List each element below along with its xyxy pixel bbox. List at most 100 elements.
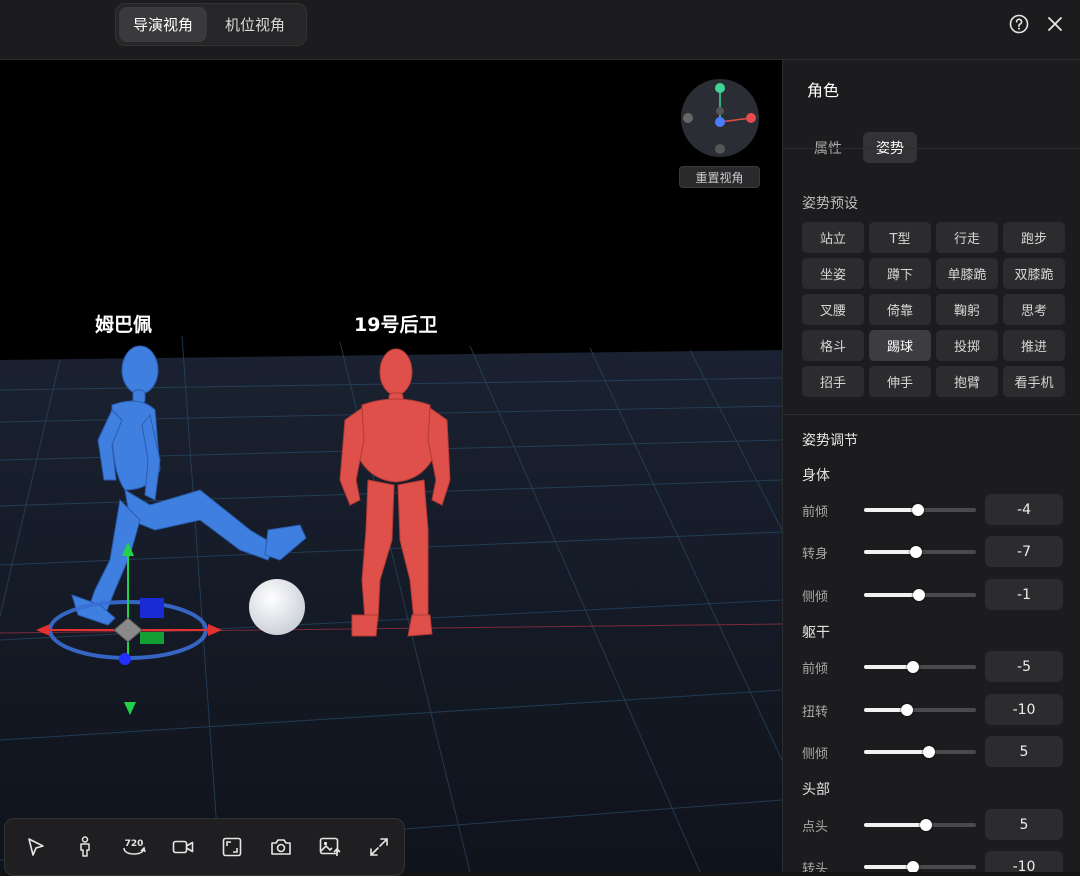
pose-preset-grid: 站立 T型 行走 跑步坐姿 蹲下 单膝跪 双膝跪叉腰 倚靠 鞠躬 思考格斗 踢球 投掷 推进招手 伸手 抱臂… <box>802 222 1065 397</box>
pose-preset-button[interactable]: 单膝跪 <box>936 258 998 289</box>
slider-row: 点头 5 <box>802 809 1064 840</box>
slider-track[interactable] <box>864 704 976 716</box>
pose-preset-button[interactable]: 坐姿 <box>802 258 864 289</box>
slider-thumb[interactable] <box>919 819 932 831</box>
slider-label: 点头 <box>802 820 829 835</box>
slider-label: 转身 <box>802 547 829 562</box>
character-icon[interactable] <box>60 827 109 867</box>
video-camera-icon[interactable] <box>158 827 207 867</box>
slider-row: 转身 -7 <box>802 536 1064 567</box>
slider-thumb[interactable] <box>907 661 920 673</box>
tab-camera-view[interactable]: 机位视角 <box>211 7 299 42</box>
slider-row: 转头 -10 <box>802 851 1064 872</box>
slider-fill <box>864 665 914 669</box>
slider-label: 侧倾 <box>802 590 829 605</box>
pose-preset-button[interactable]: 投掷 <box>936 330 998 361</box>
reset-view-button[interactable]: 重置视角 <box>679 166 760 188</box>
soccer-ball[interactable] <box>249 579 305 635</box>
pose-preset-button[interactable]: 踢球 <box>869 330 931 361</box>
pose-preset-button[interactable]: 叉腰 <box>802 294 864 325</box>
bottom-toolbar: 720 <box>4 818 405 876</box>
pose-preset-button[interactable]: 思考 <box>1003 294 1065 325</box>
slider-track[interactable] <box>864 589 976 601</box>
pose-preset-button[interactable]: T型 <box>869 222 931 253</box>
top-bar: 导演视角 机位视角 <box>0 0 1080 60</box>
slider-group-label: 身体 <box>802 468 830 484</box>
slider-row: 侧倾 5 <box>802 736 1064 767</box>
rotate-720-icon[interactable]: 720 <box>109 827 158 867</box>
view-mode-tabs: 导演视角 机位视角 <box>115 3 307 46</box>
slider-row: 扭转 -10 <box>802 694 1064 725</box>
properties-panel: 角色 属性 姿势 姿势预设 站立 T型 行走 跑步 坐姿 蹲下 单膝跪 双膝跪 叉腰 倚靠 鞠躬 思考… <box>782 60 1080 872</box>
slider-track[interactable] <box>864 661 976 673</box>
3d-viewport[interactable]: 姆巴佩 19号后卫 重置视角 <box>0 60 782 872</box>
slider-label: 前倾 <box>802 662 829 677</box>
svg-text:720: 720 <box>124 839 143 849</box>
slider-value-input[interactable]: -10 <box>985 851 1063 872</box>
slider-thumb[interactable] <box>909 546 922 558</box>
slider-row: 侧倾 -1 <box>802 579 1064 610</box>
slider-value-input[interactable]: -7 <box>985 536 1063 567</box>
pose-preset-button[interactable]: 招手 <box>802 366 864 397</box>
slider-fill <box>864 865 914 869</box>
character-label-mbappe: 姆巴佩 <box>95 314 153 336</box>
divider <box>783 414 1080 415</box>
slider-thumb[interactable] <box>900 704 913 716</box>
slider-row: 前倾 -4 <box>802 494 1064 525</box>
view-compass[interactable] <box>680 78 760 158</box>
slider-thumb[interactable] <box>912 589 925 601</box>
presets-section-label: 姿势预设 <box>802 196 858 212</box>
slider-group-label: 躯干 <box>802 625 830 641</box>
pose-preset-button[interactable]: 鞠躬 <box>936 294 998 325</box>
slider-fill <box>864 750 929 754</box>
slider-value-input[interactable]: 5 <box>985 809 1063 840</box>
pose-preset-button[interactable]: 格斗 <box>802 330 864 361</box>
slider-fill <box>864 508 918 512</box>
character-label-defender: 19号后卫 <box>354 314 438 336</box>
pose-preset-button[interactable]: 抱臂 <box>936 366 998 397</box>
slider-row: 前倾 -5 <box>802 651 1064 682</box>
slider-fill <box>864 823 926 827</box>
slider-value-input[interactable]: 5 <box>985 736 1063 767</box>
close-icon[interactable] <box>1044 13 1066 35</box>
slider-thumb[interactable] <box>907 861 920 872</box>
slider-fill <box>864 550 916 554</box>
image-upload-icon[interactable] <box>305 827 354 867</box>
pose-preset-button[interactable]: 看手机 <box>1003 366 1065 397</box>
slider-label: 转头 <box>802 862 829 872</box>
slider-group-label: 头部 <box>802 782 830 798</box>
slider-track[interactable] <box>864 546 976 558</box>
slider-value-input[interactable]: -4 <box>985 494 1063 525</box>
slider-value-input[interactable]: -10 <box>985 694 1063 725</box>
expand-icon[interactable] <box>354 827 403 867</box>
pose-preset-button[interactable]: 推进 <box>1003 330 1065 361</box>
pose-preset-button[interactable]: 双膝跪 <box>1003 258 1065 289</box>
slider-value-input[interactable]: -5 <box>985 651 1063 682</box>
photo-camera-icon[interactable] <box>256 827 305 867</box>
pose-preset-button[interactable]: 倚靠 <box>869 294 931 325</box>
slider-track[interactable] <box>864 819 976 831</box>
slider-value-input[interactable]: -1 <box>985 579 1063 610</box>
select-arrow-icon[interactable] <box>11 827 60 867</box>
slider-label: 前倾 <box>802 505 829 520</box>
slider-thumb[interactable] <box>911 504 924 516</box>
pose-preset-button[interactable]: 蹲下 <box>869 258 931 289</box>
pose-preset-button[interactable]: 跑步 <box>1003 222 1065 253</box>
help-circle-icon[interactable] <box>1008 13 1030 35</box>
scene-canvas[interactable] <box>0 60 782 872</box>
pose-preset-button[interactable]: 伸手 <box>869 366 931 397</box>
slider-track[interactable] <box>864 861 976 872</box>
slider-fill <box>864 593 919 597</box>
frame-icon[interactable] <box>207 827 256 867</box>
divider <box>783 148 1080 149</box>
pose-preset-button[interactable]: 站立 <box>802 222 864 253</box>
slider-label: 扭转 <box>802 705 829 720</box>
adjust-section-label: 姿势调节 <box>802 433 858 449</box>
tab-director-view[interactable]: 导演视角 <box>119 7 208 42</box>
slider-label: 侧倾 <box>802 747 829 762</box>
slider-thumb[interactable] <box>922 746 935 758</box>
panel-title: 角色 <box>807 81 840 100</box>
slider-track[interactable] <box>864 504 976 516</box>
pose-preset-button[interactable]: 行走 <box>936 222 998 253</box>
slider-track[interactable] <box>864 746 976 758</box>
